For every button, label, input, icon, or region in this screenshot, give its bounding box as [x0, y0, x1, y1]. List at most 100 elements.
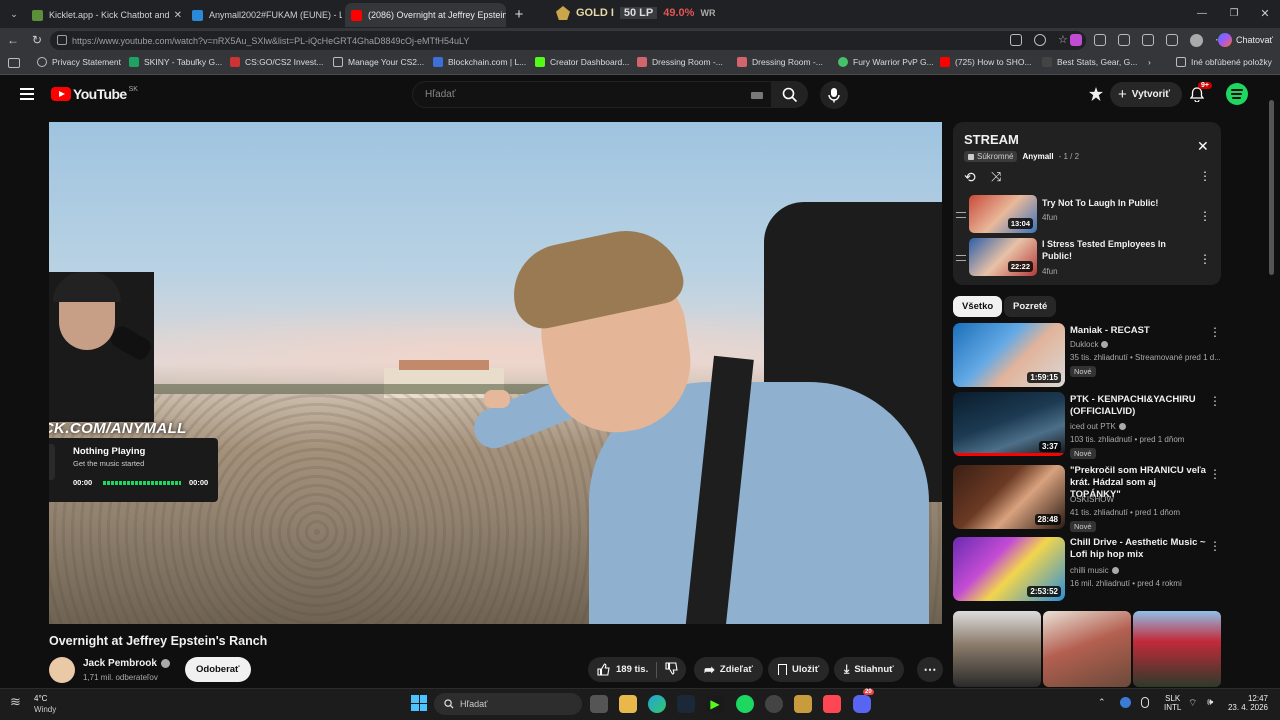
short-thumbnail[interactable] — [1043, 611, 1131, 687]
playlist-owner[interactable]: Anymall — [1022, 152, 1053, 161]
youtube-logo[interactable]: YouTube SK — [51, 86, 138, 102]
item-menu-icon[interactable]: ⋮ — [1199, 209, 1211, 223]
restore-icon[interactable]: ❐ — [1226, 6, 1242, 20]
language-indicator[interactable]: SLK INTL — [1164, 694, 1181, 712]
bookmark-item[interactable]: Manage Your CS2... — [333, 57, 424, 67]
settings-app-icon[interactable] — [765, 695, 783, 713]
shuffle-icon[interactable]: ⤨ — [991, 169, 1001, 185]
share-button[interactable]: ➦ Zdieľať — [694, 657, 763, 682]
wifi-icon[interactable]: ⌔ — [1188, 697, 1197, 710]
playlist-item[interactable]: 13:04 Try Not To Laugh In Public! 4fun ⋮ — [953, 195, 1221, 237]
tab-kicklet[interactable]: Kicklet.app - Kick Chatbot and ✕ — [26, 3, 182, 27]
favorite-star-icon[interactable]: ☆ — [1058, 34, 1068, 46]
new-tab-button[interactable]: + — [510, 5, 528, 23]
playlist-item[interactable]: 22:22 I Stress Tested Employees In Publi… — [953, 238, 1221, 280]
split-screen-icon[interactable] — [1118, 34, 1130, 46]
item-menu-icon[interactable]: ⋮ — [1199, 252, 1211, 266]
channel-avatar[interactable] — [49, 657, 75, 683]
spotify-icon[interactable] — [736, 695, 754, 713]
search-button[interactable] — [772, 81, 808, 108]
bookmarks-more-chevron[interactable]: › — [1148, 57, 1151, 67]
weather-widget[interactable]: ≋ — [10, 694, 28, 710]
bookmark-item[interactable]: Fury Warrior PvP G... — [838, 57, 934, 67]
reading-list-icon[interactable] — [8, 58, 20, 68]
video-menu-icon[interactable]: ⋮ — [1209, 467, 1221, 481]
collections-icon[interactable] — [1166, 34, 1178, 46]
bookmark-item[interactable]: CS:GO/CS2 Invest... — [230, 57, 323, 67]
drag-handle-icon[interactable] — [956, 255, 966, 261]
bookmark-item[interactable]: Privacy Statement — [37, 57, 121, 67]
video-menu-icon[interactable]: ⋮ — [1209, 539, 1221, 553]
avatar[interactable] — [1226, 83, 1248, 105]
taskbar-search[interactable]: Hľadať — [434, 693, 582, 715]
playlist-title[interactable]: STREAM — [964, 132, 1019, 147]
playlist-menu-icon[interactable]: ⋮ — [1199, 169, 1211, 183]
close-icon[interactable]: ✕ — [1197, 138, 1209, 155]
recommended-video[interactable]: 2:53:52 Chill Drive - Aesthetic Music ~ … — [953, 537, 1223, 601]
steam-icon[interactable] — [677, 695, 695, 713]
subscribe-button[interactable]: Odoberať — [185, 657, 251, 682]
zoom-icon[interactable] — [1034, 34, 1046, 46]
short-thumbnail[interactable] — [953, 611, 1041, 687]
reload-icon[interactable]: ↻ — [30, 33, 44, 47]
drag-handle-icon[interactable] — [956, 212, 966, 218]
tray-overflow-icon[interactable]: ⌃ — [1098, 697, 1106, 708]
keyboard-icon[interactable] — [751, 92, 763, 99]
chip-watched[interactable]: Pozreté — [1004, 296, 1057, 317]
volume-icon[interactable]: 🕪 — [1207, 697, 1213, 708]
translate-icon[interactable] — [1010, 34, 1022, 46]
recommended-video[interactable]: 28:48 "Prekročil som HRANICU veľa krát. … — [953, 465, 1223, 532]
bookmark-item[interactable]: Best Stats, Gear, G... — [1042, 57, 1137, 67]
tray-app-icon[interactable] — [1120, 697, 1131, 708]
edge-icon[interactable] — [648, 695, 666, 713]
save-button[interactable]: Uložiť — [768, 657, 830, 682]
bookmark-item[interactable]: SKINY - Tabuľky G... — [129, 57, 222, 67]
bookmark-item[interactable]: Blockchain.com | L... — [433, 57, 526, 67]
bookmark-item[interactable]: (725) How to SHO... — [940, 57, 1032, 67]
task-view-icon[interactable] — [590, 695, 608, 713]
site-info-icon[interactable] — [57, 35, 67, 45]
bookmark-item[interactable]: Dressing Room -... — [637, 57, 723, 67]
address-bar[interactable]: https://www.youtube.com/watch?v=nRX5Au_S… — [50, 31, 1086, 50]
tray-mic-icon[interactable] — [1141, 697, 1149, 708]
dislike-button[interactable] — [665, 661, 678, 678]
other-favorites[interactable]: Iné obľúbené položky — [1176, 57, 1272, 67]
close-tab-icon[interactable]: ✕ — [170, 10, 182, 21]
extensions-puzzle-icon[interactable] — [1094, 34, 1106, 46]
tab-youtube[interactable]: (2086) Overnight at Jeffrey Epstein ✕ — [345, 3, 506, 27]
loop-icon[interactable]: ⟲ — [964, 169, 976, 186]
hamburger-menu-icon[interactable] — [20, 88, 34, 100]
bookmark-item[interactable]: Dressing Room -... — [737, 57, 823, 67]
file-explorer-icon[interactable] — [619, 695, 637, 713]
profile-avatar[interactable] — [1190, 34, 1203, 47]
kick-app-icon[interactable]: ▶ — [706, 695, 724, 713]
creator-tools-icon[interactable] — [1089, 87, 1103, 101]
recommended-video[interactable]: 3:37 PTK - KENPACHI&YACHIRU (OFFICIALVID… — [953, 392, 1223, 459]
league-client-icon[interactable] — [794, 695, 812, 713]
voice-search-button[interactable] — [820, 81, 848, 109]
system-clock[interactable]: 12:47 23. 4. 2026 — [1224, 694, 1268, 712]
discord-icon[interactable]: 20 — [853, 689, 874, 713]
close-window-icon[interactable]: ✕ — [1257, 6, 1273, 20]
short-thumbnail[interactable] — [1133, 611, 1221, 687]
extension-shield-icon[interactable] — [1070, 34, 1082, 46]
tab-leagueofgraphs[interactable]: Anymall2002#FUKAM (EUNE) - Le ✕ — [186, 3, 342, 27]
riot-client-icon[interactable] — [823, 695, 841, 713]
video-menu-icon[interactable]: ⋮ — [1209, 394, 1221, 408]
bookmark-item[interactable]: Creator Dashboard... — [535, 57, 629, 67]
recommended-video[interactable]: 1:59:15 Maniak - RECAST Duklock 35 tis. … — [953, 323, 1223, 387]
channel-name-row[interactable]: Jack Pembrook — [83, 658, 170, 669]
tab-actions-icon[interactable]: ⌄ — [6, 6, 22, 22]
video-player[interactable]: KICK.COM/ANYMALL ♫ Nothing Playing Get t… — [49, 122, 942, 624]
download-button[interactable]: ⤓ Stiahnuť — [834, 657, 904, 682]
create-button[interactable]: + Vytvoriť — [1110, 82, 1183, 107]
minimize-icon[interactable]: — — [1194, 6, 1210, 20]
like-button[interactable]: 189 tis. — [597, 663, 648, 676]
more-actions-button[interactable]: ⋯ — [917, 657, 943, 682]
page-scrollbar[interactable] — [1269, 100, 1274, 275]
notifications-button[interactable]: 9+ — [1189, 82, 1212, 103]
video-menu-icon[interactable]: ⋮ — [1209, 325, 1221, 339]
chip-all[interactable]: Všetko — [953, 296, 1003, 317]
back-icon[interactable]: ← — [6, 33, 20, 47]
windows-start-icon[interactable] — [411, 695, 427, 711]
